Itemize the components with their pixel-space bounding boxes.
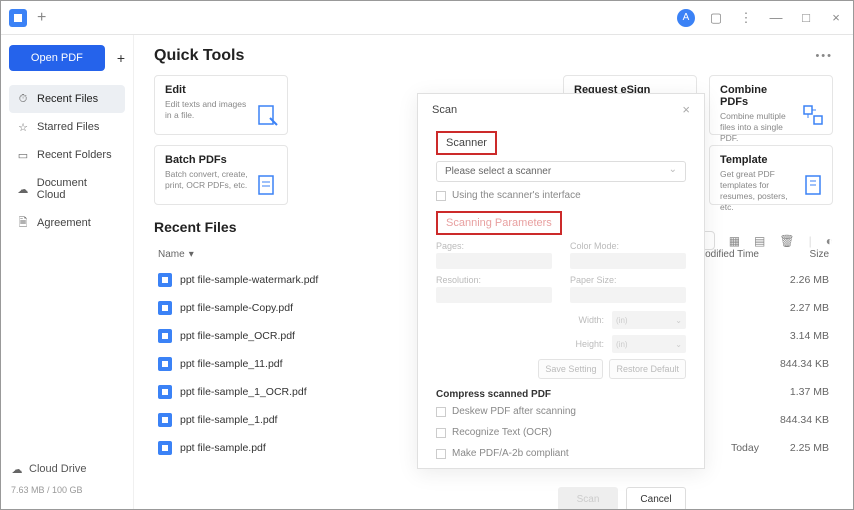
- sidebar-item-recent-folders[interactable]: ▭ Recent Folders: [9, 141, 125, 169]
- sidebar-item-agreement[interactable]: 🗎 Agreement: [9, 209, 125, 237]
- scan-dialog: Scan × Scanner Please select a scanner U…: [417, 93, 705, 469]
- resolution-input[interactable]: [436, 287, 552, 303]
- restore-default-button[interactable]: Restore Default: [609, 359, 686, 379]
- pages-input[interactable]: [436, 253, 552, 269]
- app-logo: [9, 9, 27, 27]
- pdf-file-icon: [158, 301, 172, 315]
- pdf-file-icon: [158, 385, 172, 399]
- sidebar-item-label: Document Cloud: [37, 177, 117, 201]
- height-input[interactable]: (in): [612, 335, 686, 353]
- pane-icon[interactable]: ▢: [707, 10, 725, 26]
- maximize-icon[interactable]: □: [797, 10, 815, 25]
- sidebar-icon: ☆: [17, 121, 29, 133]
- quick-tool-template[interactable]: TemplateGet great PDF templates for resu…: [709, 145, 833, 205]
- scanner-select[interactable]: Please select a scanner: [436, 161, 686, 182]
- scan-params-label: Scanning Parameters: [436, 211, 562, 235]
- sidebar-item-recent-files[interactable]: ⏱ Recent Files: [9, 85, 125, 113]
- file-size: 2.25 MB: [759, 442, 829, 454]
- divider: |: [809, 234, 812, 248]
- scanner-section-label: Scanner: [436, 131, 497, 155]
- card-icon: [802, 104, 824, 126]
- quick-tool-edit[interactable]: Edit Edit texts and images in a file.: [154, 75, 288, 135]
- resolution-label: Resolution:: [436, 275, 552, 285]
- quick-tool-combine-pdfs[interactable]: Combine PDFsCombine multiple files into …: [709, 75, 833, 135]
- pdf-file-icon: [158, 357, 172, 371]
- ocr-checkbox[interactable]: Recognize Text (OCR): [436, 427, 686, 438]
- file-size: 1.37 MB: [759, 386, 829, 398]
- save-setting-button[interactable]: Save Setting: [538, 359, 603, 379]
- card-desc: Batch convert, create, print, OCR PDFs, …: [165, 169, 253, 191]
- dialog-title: Scan: [432, 104, 457, 116]
- card-desc: Combine multiple files into a single PDF…: [720, 111, 798, 144]
- refresh-icon[interactable]: ◐: [826, 234, 833, 248]
- pdfa-checkbox[interactable]: Make PDF/A-2b compliant: [436, 448, 686, 459]
- more-icon[interactable]: •••: [815, 50, 833, 62]
- file-size: 2.26 MB: [759, 274, 829, 286]
- storage-usage: 7.63 MB / 100 GB: [9, 481, 125, 499]
- sidebar-item-label: Recent Folders: [37, 149, 112, 161]
- sidebar-icon: 🗎: [17, 217, 29, 229]
- compress-section-title: Compress scanned PDF: [436, 389, 686, 400]
- new-tab-icon[interactable]: +: [37, 9, 46, 27]
- file-size: 2.27 MB: [759, 302, 829, 314]
- sidebar-icon: ▭: [17, 149, 29, 161]
- card-icon: [257, 174, 279, 196]
- file-size: 844.34 KB: [759, 414, 829, 426]
- close-window-icon[interactable]: ×: [827, 10, 845, 25]
- sidebar-item-document-cloud[interactable]: ☁ Document Cloud: [9, 169, 125, 209]
- sidebar-icon: ⏱: [17, 93, 29, 105]
- quick-tools-title: Quick Tools: [154, 47, 244, 65]
- card-desc: Edit texts and images in a file.: [165, 99, 253, 121]
- add-icon[interactable]: +: [117, 50, 125, 66]
- avatar[interactable]: A: [677, 9, 695, 27]
- sidebar-item-label: Recent Files: [37, 93, 98, 105]
- pages-label: Pages:: [436, 241, 552, 251]
- cloud-icon: ☁: [11, 463, 23, 475]
- card-icon: [257, 104, 279, 126]
- card-title: Template: [720, 154, 798, 166]
- paper-size-label: Paper Size:: [570, 275, 686, 285]
- sort-icon: ▾: [189, 249, 194, 260]
- close-icon[interactable]: ×: [682, 102, 690, 117]
- width-label: Width:: [554, 315, 604, 325]
- checkbox-icon: [436, 191, 446, 201]
- delete-icon[interactable]: 🗑: [779, 234, 794, 248]
- color-mode-input[interactable]: [570, 253, 686, 269]
- main-panel: Quick Tools ••• Edit Edit texts and image…: [134, 35, 853, 509]
- pdf-file-icon: [158, 273, 172, 287]
- kebab-menu-icon[interactable]: ⋮: [737, 10, 755, 26]
- card-icon: [802, 174, 824, 196]
- cloud-drive[interactable]: ☁ Cloud Drive: [9, 457, 125, 481]
- cancel-button[interactable]: Cancel: [626, 487, 686, 509]
- grid-large-icon[interactable]: ▦: [729, 234, 740, 248]
- sidebar-icon: ☁: [17, 183, 29, 195]
- pdf-file-icon: [158, 413, 172, 427]
- cloud-drive-label: Cloud Drive: [29, 463, 86, 475]
- color-mode-label: Color Mode:: [570, 241, 686, 251]
- quick-tool-batch-pdfs[interactable]: Batch PDFs Batch convert, create, print, …: [154, 145, 288, 205]
- sidebar-item-label: Agreement: [37, 217, 91, 229]
- pdf-file-icon: [158, 329, 172, 343]
- file-size: 844.34 KB: [759, 358, 829, 370]
- use-interface-checkbox[interactable]: Using the scanner's interface: [436, 190, 686, 201]
- sidebar: Open PDF + ⏱ Recent Files ☆ Starred Files ▭ R…: [1, 35, 134, 509]
- title-bar: + A ▢ ⋮ — □ ×: [1, 1, 853, 35]
- deskew-checkbox[interactable]: Deskew PDF after scanning: [436, 406, 686, 417]
- card-title: Edit: [165, 84, 253, 96]
- card-title: Batch PDFs: [165, 154, 253, 166]
- grid-small-icon[interactable]: ▤: [754, 234, 765, 248]
- pdf-file-icon: [158, 441, 172, 455]
- sidebar-item-starred-files[interactable]: ☆ Starred Files: [9, 113, 125, 141]
- col-size-header[interactable]: Size: [759, 249, 829, 260]
- scan-button[interactable]: Scan: [558, 487, 618, 509]
- width-input[interactable]: (in): [612, 311, 686, 329]
- open-pdf-button[interactable]: Open PDF: [9, 45, 105, 71]
- card-title: Combine PDFs: [720, 84, 798, 108]
- paper-size-input[interactable]: [570, 287, 686, 303]
- height-label: Height:: [554, 339, 604, 349]
- sidebar-item-label: Starred Files: [37, 121, 99, 133]
- card-desc: Get great PDF templates for resumes, pos…: [720, 169, 798, 213]
- minimize-icon[interactable]: —: [767, 10, 785, 25]
- file-size: 3.14 MB: [759, 330, 829, 342]
